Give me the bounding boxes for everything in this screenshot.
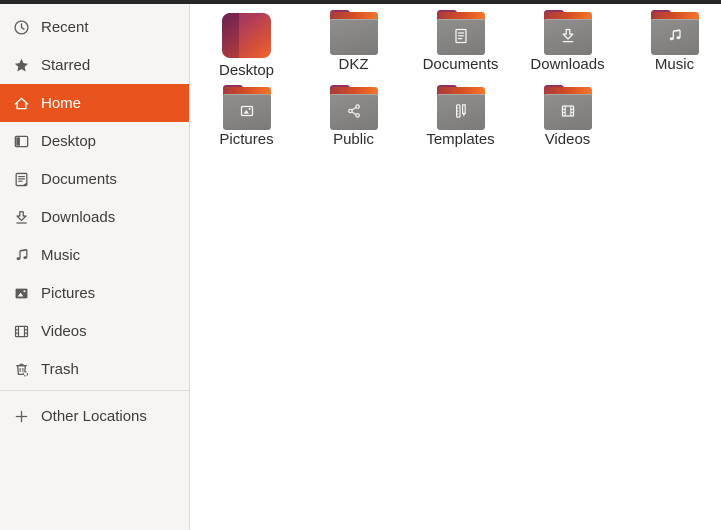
sidebar-item-music[interactable]: Music xyxy=(0,236,189,274)
sidebar-item-label: Trash xyxy=(41,360,79,378)
plus-icon xyxy=(13,408,30,425)
sidebar-item-documents[interactable]: Documents xyxy=(0,160,189,198)
folder-download-icon xyxy=(543,10,592,55)
file-item-public[interactable]: Public xyxy=(304,85,404,160)
home-icon xyxy=(13,95,30,112)
sidebar-item-recent[interactable]: Recent xyxy=(0,8,189,46)
sidebar-item-videos[interactable]: Videos xyxy=(0,312,189,350)
file-label: Videos xyxy=(544,131,591,148)
sidebar-item-label: Other Locations xyxy=(41,407,147,425)
film-emblem-icon xyxy=(561,105,574,117)
sidebar-item-label: Music xyxy=(41,246,81,264)
folder-template-icon xyxy=(436,85,485,130)
sidebar-item-trash[interactable]: Trash xyxy=(0,350,189,388)
files-view: Desktop DKZ Documents Downloads Music Pi… xyxy=(190,4,721,530)
file-manager-window: Recent Starred Home Desktop Documents Do… xyxy=(0,4,721,530)
folder-film-icon xyxy=(543,85,592,130)
desktop-window-icon xyxy=(13,133,30,150)
folder-image-icon xyxy=(222,85,271,130)
file-item-documents[interactable]: Documents xyxy=(411,10,511,85)
download-arrow-icon xyxy=(13,209,30,226)
download-emblem-icon xyxy=(561,28,574,43)
star-icon xyxy=(13,57,30,74)
file-item-dkz[interactable]: DKZ xyxy=(304,10,404,85)
folder-music-icon xyxy=(650,10,699,55)
file-item-desktop[interactable]: Desktop xyxy=(197,10,297,85)
places-sidebar: Recent Starred Home Desktop Documents Do… xyxy=(0,4,190,530)
sidebar-item-home[interactable]: Home xyxy=(0,84,189,122)
trash-icon xyxy=(13,361,30,378)
file-label: Pictures xyxy=(219,131,274,148)
file-label: Desktop xyxy=(218,62,275,79)
folder-share-icon xyxy=(329,85,378,130)
music-note-icon xyxy=(13,247,30,264)
picture-icon xyxy=(13,285,30,302)
file-label: Public xyxy=(333,131,374,148)
document-icon xyxy=(13,171,30,188)
file-label: Music xyxy=(654,56,695,73)
document-emblem-icon xyxy=(454,28,467,44)
file-label: Documents xyxy=(422,56,499,73)
folder-document-icon xyxy=(436,10,485,55)
file-label: DKZ xyxy=(338,56,369,73)
desktop-gradient-icon xyxy=(222,13,271,58)
sidebar-item-label: Videos xyxy=(41,322,87,340)
file-item-downloads[interactable]: Downloads xyxy=(518,10,618,85)
file-item-music[interactable]: Music xyxy=(625,10,721,85)
sidebar-item-downloads[interactable]: Downloads xyxy=(0,198,189,236)
sidebar-item-label: Desktop xyxy=(41,132,97,150)
sidebar-separator xyxy=(0,390,189,391)
sidebar-item-starred[interactable]: Starred xyxy=(0,46,189,84)
film-icon xyxy=(13,323,30,340)
sidebar-item-label: Pictures xyxy=(41,284,96,302)
sidebar-item-label: Downloads xyxy=(41,208,116,226)
sidebar-item-label: Documents xyxy=(41,170,117,188)
share-emblem-icon xyxy=(347,104,360,118)
clock-icon xyxy=(13,19,30,36)
file-label: Downloads xyxy=(530,56,605,73)
sidebar-item-desktop[interactable]: Desktop xyxy=(0,122,189,160)
sidebar-item-label: Home xyxy=(41,94,82,112)
image-emblem-icon xyxy=(240,105,253,117)
file-item-pictures[interactable]: Pictures xyxy=(197,85,297,160)
file-item-templates[interactable]: Templates xyxy=(411,85,511,160)
sidebar-item-label: Recent xyxy=(41,18,89,36)
sidebar-item-other-locations[interactable]: Other Locations xyxy=(0,397,189,435)
template-emblem-icon xyxy=(455,104,466,118)
sidebar-item-label: Starred xyxy=(41,56,91,74)
sidebar-item-pictures[interactable]: Pictures xyxy=(0,274,189,312)
music-emblem-icon xyxy=(669,29,681,41)
files-grid: Desktop DKZ Documents Downloads Music Pi… xyxy=(193,10,721,160)
folder-icon xyxy=(329,10,378,55)
file-item-videos[interactable]: Videos xyxy=(518,85,618,160)
file-label: Templates xyxy=(426,131,495,148)
